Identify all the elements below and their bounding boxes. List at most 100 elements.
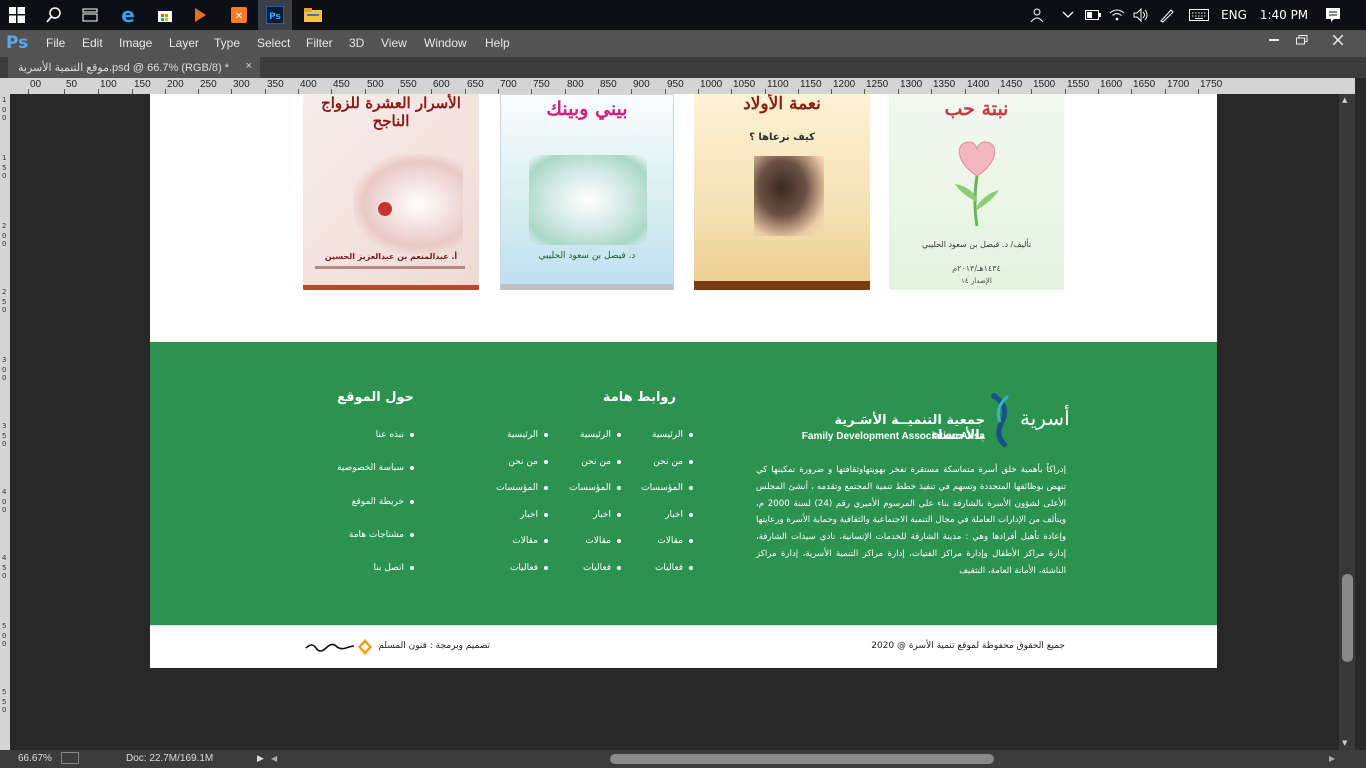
share-icon[interactable]	[61, 752, 79, 764]
pen-icon[interactable]	[1156, 0, 1178, 30]
tab-close-icon[interactable]: ×	[246, 60, 252, 72]
menu-image[interactable]: Image	[119, 36, 152, 50]
ruler-tick	[98, 89, 99, 94]
scroll-down-icon[interactable]: ▼	[1342, 739, 1347, 747]
menu-layer[interactable]: Layer	[169, 36, 199, 50]
people-icon[interactable]	[1025, 0, 1051, 30]
zoom-level[interactable]: 66.67%	[18, 753, 52, 764]
footer-about-link[interactable]: نبذه عنا	[376, 430, 414, 440]
footer-about-link[interactable]: خريطة الموقع	[352, 497, 414, 507]
document-tab[interactable]: موقع التنمية الأسرية.psd @ 66.7% (RGB/8)…	[8, 57, 260, 78]
footer-link[interactable]: اخبار	[593, 510, 621, 520]
battery-icon[interactable]	[1082, 0, 1104, 30]
footer-about-link[interactable]: سياسة الخصوصية	[337, 463, 414, 473]
footer-link[interactable]: مقالات	[657, 536, 693, 546]
designer-signature-icon	[305, 643, 355, 652]
footer-link[interactable]: من نحن	[581, 457, 621, 467]
footer-link[interactable]: اخبار	[665, 510, 693, 520]
footer-link[interactable]: اخبار	[520, 510, 548, 520]
ruler-label: 350	[267, 79, 284, 90]
task-view-icon[interactable]	[73, 0, 107, 30]
menu-type[interactable]: Type	[214, 36, 240, 50]
footer-logo-word: أسرية	[1020, 406, 1070, 430]
footer-link-label: الرئيسية	[652, 430, 683, 440]
footer-link[interactable]: فعاليات	[583, 563, 621, 573]
book-title-2: بيني وبينك	[546, 98, 628, 120]
menu-select[interactable]: Select	[257, 36, 290, 50]
svg-text:Ps: Ps	[269, 12, 281, 22]
bullet-icon	[544, 565, 548, 570]
footer-link[interactable]: المؤسسات	[569, 483, 621, 493]
scroll-left-icon[interactable]: ◀	[271, 754, 277, 763]
artboard-canvas[interactable]: الأسرار العشرة للزواج الناجح أ. عبدالمنع…	[150, 94, 1217, 668]
book-cover-1[interactable]: الأسرار العشرة للزواج الناجح أ. عبدالمنع…	[303, 94, 479, 290]
book-image-ring	[353, 154, 463, 254]
footer-link[interactable]: فعاليات	[655, 563, 693, 573]
ruler-label: 1200	[833, 79, 856, 90]
volume-icon[interactable]	[1130, 0, 1152, 30]
windows-start-icon[interactable]	[0, 0, 34, 30]
menu-edit[interactable]: Edit	[82, 36, 103, 50]
designer-logo-icon	[358, 639, 372, 655]
ruler-label: 200	[167, 79, 184, 90]
ruler-label: 700	[500, 79, 517, 90]
book-title-1: الأسرار العشرة للزواج الناجح	[321, 94, 461, 130]
footer-link[interactable]: الرئيسية	[507, 430, 548, 440]
ruler-label: 50	[66, 79, 78, 90]
footer-link[interactable]: الرئيسية	[580, 430, 621, 440]
menu-help[interactable]: Help	[485, 36, 510, 50]
search-icon[interactable]	[37, 0, 71, 30]
ruler-label: 900	[633, 79, 650, 90]
book-title-3: نعمة الأولاد	[743, 94, 821, 114]
book-author-4: تأليف/ د. فيصل بن سعود الحليبي	[921, 240, 1032, 249]
ruler-label: 250	[200, 79, 217, 90]
scroll-right-icon[interactable]: ▶	[1329, 754, 1335, 763]
copyright-text: جميع الحقوق محفوظة لموقع تنمية الأسرة @ …	[871, 641, 1065, 651]
photoshop-taskbar-icon[interactable]: Ps	[258, 0, 292, 30]
keyboard-icon[interactable]	[1186, 0, 1212, 30]
ruler-tick	[28, 89, 29, 94]
restore-icon[interactable]	[1284, 30, 1320, 50]
edge-browser-icon[interactable]: e	[111, 0, 145, 30]
book-cover-2[interactable]: بيني وبينك د. فيصل بن سعود الحليبي	[500, 94, 674, 290]
notification-icon[interactable]	[1320, 0, 1346, 30]
language-indicator[interactable]: ENG	[1218, 0, 1250, 30]
media-player-icon[interactable]	[183, 0, 217, 30]
horizontal-scroll-thumb[interactable]	[610, 754, 994, 764]
status-menu-arrow-icon[interactable]: ▶	[257, 753, 264, 764]
footer-link[interactable]: مقالات	[585, 536, 621, 546]
wifi-icon[interactable]	[1106, 0, 1128, 30]
xampp-icon[interactable]: ✕	[222, 0, 256, 30]
chevron-up-icon[interactable]	[1058, 0, 1078, 30]
footer-link[interactable]: المؤسسات	[496, 483, 548, 493]
ruler-label: 1650	[1133, 79, 1156, 90]
footer-link-label: اخبار	[665, 510, 683, 520]
close-icon[interactable]	[1320, 30, 1356, 50]
footer-about-link[interactable]: مشتاجات هامة	[349, 530, 414, 540]
menu-window[interactable]: Window	[424, 36, 467, 50]
book-cover-4[interactable]: نبتة حب تأليف/ د. فيصل بن سعود الحليبي ١…	[889, 94, 1064, 290]
scroll-up-icon[interactable]: ▲	[1342, 96, 1347, 104]
ruler-label: 1500	[1033, 79, 1056, 90]
ruler-label: 00	[30, 79, 42, 90]
store-icon[interactable]	[148, 0, 182, 30]
vertical-scroll-thumb[interactable]	[1342, 574, 1353, 662]
ruler-label: 1100	[767, 79, 789, 90]
footer-link[interactable]: من نحن	[508, 457, 548, 467]
footer-link[interactable]: مقالات	[512, 536, 548, 546]
footer-link[interactable]: الرئيسية	[652, 430, 693, 440]
footer-link[interactable]: فعاليات	[510, 563, 548, 573]
ruler-label: 1550	[1067, 79, 1090, 90]
menu-view[interactable]: View	[381, 36, 407, 50]
footer-link[interactable]: المؤسسات	[641, 483, 693, 493]
menu-filter[interactable]: Filter	[306, 36, 333, 50]
file-explorer-icon[interactable]	[296, 0, 330, 30]
footer-about-link[interactable]: اتصل بنا	[374, 563, 414, 573]
clock[interactable]: 1:40 PM	[1258, 0, 1310, 30]
bullet-icon	[410, 432, 414, 437]
footer-link[interactable]: من نحن	[653, 457, 693, 467]
menu-file[interactable]: File	[46, 36, 65, 50]
book-cover-3[interactable]: نعمة الأولاد كيف نرعاها ؟	[694, 94, 870, 290]
footer-link-label: المؤسسات	[496, 483, 538, 493]
menu-3d[interactable]: 3D	[349, 36, 364, 50]
